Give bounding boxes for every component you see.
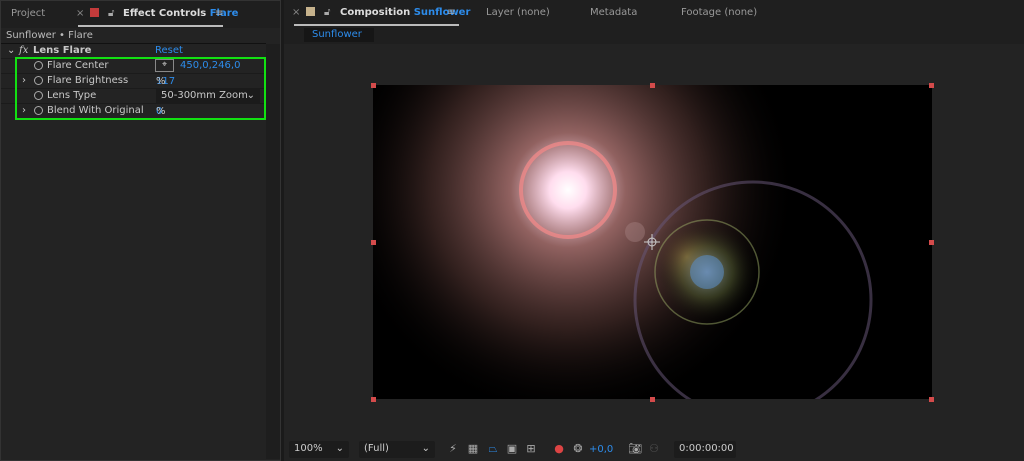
breadcrumb: Sunflower • Flare bbox=[6, 30, 93, 41]
chevron-down-icon: ⌄ bbox=[421, 443, 430, 454]
close-icon[interactable]: × bbox=[292, 7, 300, 18]
panel-color-icon bbox=[90, 8, 99, 17]
effect-name: Lens Flare bbox=[33, 45, 92, 56]
tab-comp-name: Sunflower bbox=[413, 7, 471, 18]
layer-handle[interactable] bbox=[650, 397, 655, 402]
menu-icon[interactable]: ≡ bbox=[447, 7, 455, 18]
effect-controls-panel: Project × 🔓︎ Effect Controls Flare ≡ Sun… bbox=[0, 0, 281, 461]
close-icon[interactable]: × bbox=[76, 8, 84, 19]
active-tab-indicator bbox=[294, 24, 459, 26]
layer-handle[interactable] bbox=[929, 83, 934, 88]
region-of-interest-icon[interactable]: ▣ bbox=[506, 443, 518, 455]
exposure-reset-icon[interactable]: ❂ bbox=[572, 443, 584, 455]
layer-handle[interactable] bbox=[650, 83, 655, 88]
magnification-dropdown[interactable]: 100% ⌄ bbox=[289, 441, 349, 458]
current-time-display[interactable]: 0:00:00:00 bbox=[674, 441, 736, 458]
mask-path-visibility-icon[interactable]: ⏢ bbox=[487, 443, 499, 455]
lock-icon[interactable]: 🔓︎ bbox=[108, 8, 114, 19]
tab-metadata[interactable]: Metadata bbox=[590, 7, 637, 18]
layer-handle[interactable] bbox=[371, 240, 376, 245]
transparency-grid-icon[interactable]: ▦ bbox=[467, 443, 479, 455]
reset-button[interactable]: Reset bbox=[155, 45, 183, 56]
tab-footage[interactable]: Footage (none) bbox=[681, 7, 757, 18]
layer-handle[interactable] bbox=[929, 240, 934, 245]
layer-handle[interactable] bbox=[929, 397, 934, 402]
chevron-down-icon: ⌄ bbox=[335, 443, 344, 454]
snapshot-camera-icon[interactable]: 📷︎ bbox=[628, 443, 642, 455]
grid-guides-icon[interactable]: ⊞ bbox=[525, 443, 537, 455]
composition-viewer[interactable] bbox=[373, 85, 932, 399]
resolution-value: (Full) bbox=[364, 443, 389, 454]
exposure-value[interactable]: +0,0 bbox=[589, 444, 613, 455]
tab-label: Composition bbox=[340, 7, 411, 18]
chevron-down-icon[interactable]: ⌄ bbox=[7, 45, 15, 56]
fast-previews-icon[interactable]: ⚡ bbox=[447, 443, 459, 455]
left-tab-bar: Project × 🔓︎ Effect Controls Flare ≡ bbox=[1, 1, 280, 28]
right-tab-bar: × 🔓︎ Composition Sunflower ≡ Layer (none… bbox=[284, 0, 1024, 44]
tab-project[interactable]: Project bbox=[11, 8, 45, 19]
panel-color-icon bbox=[306, 7, 315, 16]
lock-icon[interactable]: 🔓︎ bbox=[324, 7, 330, 18]
resolution-dropdown[interactable]: (Full) ⌄ bbox=[359, 441, 435, 458]
channel-icon[interactable]: ● bbox=[553, 443, 565, 455]
fx-icon[interactable]: fx bbox=[19, 45, 28, 56]
tab-label: Effect Controls bbox=[123, 8, 207, 19]
comp-navigator-chip[interactable]: Sunflower bbox=[304, 28, 374, 42]
zoom-value: 100% bbox=[294, 443, 323, 454]
layer-handle[interactable] bbox=[371, 83, 376, 88]
layer-handle[interactable] bbox=[371, 397, 376, 402]
highlight-box bbox=[15, 57, 266, 120]
tab-layer-name: Flare bbox=[209, 8, 239, 19]
menu-icon[interactable]: ≡ bbox=[215, 8, 223, 19]
show-snapshot-icon[interactable]: ⚇ bbox=[648, 443, 660, 455]
active-tab-indicator bbox=[78, 25, 223, 27]
scrollbar[interactable] bbox=[266, 44, 280, 459]
tab-layer[interactable]: Layer (none) bbox=[486, 7, 550, 18]
lens-flare-render bbox=[373, 85, 873, 399]
